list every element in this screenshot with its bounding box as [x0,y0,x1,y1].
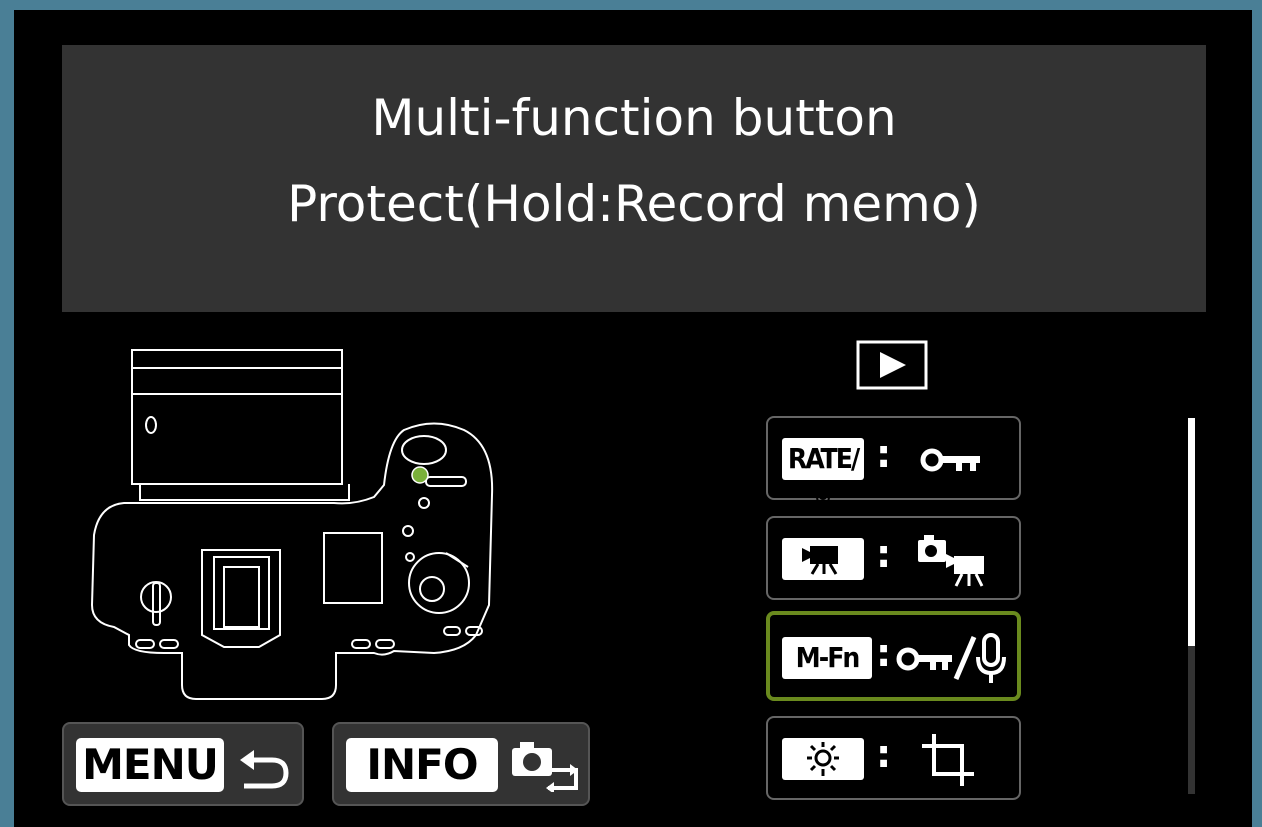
function-description: Protect(Hold:Record memo) [287,175,981,233]
illumination-key-label [782,738,864,780]
description-panel: Multi-function button Protect(Hold:Recor… [62,45,1206,312]
option-illumination-button[interactable]: : [766,716,1021,800]
info-key-label: INFO [346,738,498,792]
still-movie-switch-icon [918,535,984,587]
protect-record-memo-icon [896,633,1006,683]
movie-key-label [782,538,864,580]
separator: : [876,631,892,675]
microphone-icon [816,485,830,509]
camera-switch-icon [512,742,578,792]
scrollbar-thumb[interactable] [1188,418,1195,646]
return-arrow-icon [240,750,289,789]
playback-icon [856,340,928,390]
movie-camera-icon [802,546,838,575]
separator: : [876,732,892,776]
info-camera-switch-button[interactable]: INFO [332,722,590,806]
camera-menu-screen: Multi-function button Protect(Hold:Recor… [14,10,1252,827]
option-rate-button[interactable]: RATE/ : [766,416,1021,509]
scrollbar[interactable] [1188,418,1195,794]
option-movie-button[interactable]: : [766,516,1021,600]
menu-back-button[interactable]: MENU [62,722,304,806]
menu-key-label: MENU [76,738,224,792]
separator: : [876,432,892,476]
separator: : [876,532,892,576]
rate-key-label: RATE/ [782,438,864,509]
key-protect-icon [920,448,980,472]
rate-key-text: RATE/ [787,442,860,475]
lcd-illumination-icon [807,742,839,776]
camera-top-view-illustration [90,349,494,700]
page-title: Multi-function button [371,89,897,147]
m-fn-key-label: M-Fn [782,637,872,679]
option-m-fn-button[interactable]: M-Fn : [766,611,1021,701]
crop-icon [922,734,974,786]
